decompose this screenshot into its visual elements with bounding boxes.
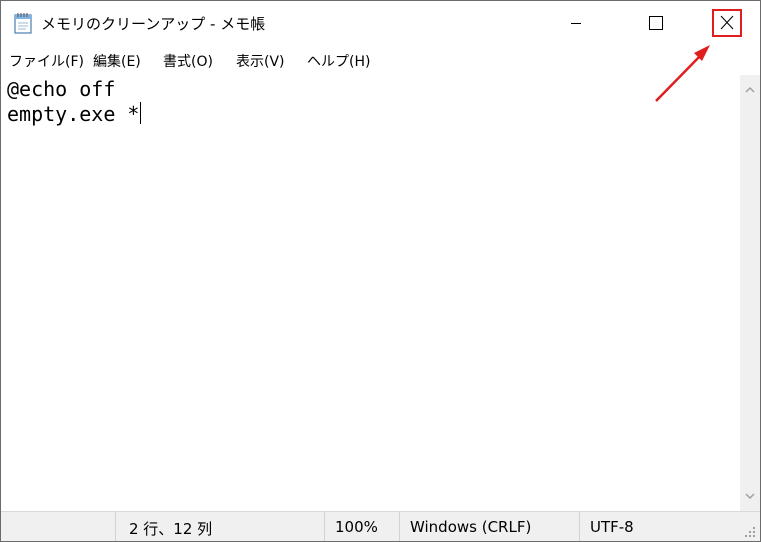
scroll-up-icon <box>745 86 755 93</box>
notepad-icon <box>14 13 32 34</box>
minimize-button[interactable] <box>553 1 599 45</box>
menu-view[interactable]: 表示(V) <box>236 51 285 71</box>
scroll-down-icon <box>745 493 755 500</box>
window-title: メモリのクリーンアップ - メモ帳 <box>41 15 266 33</box>
minimize-icon <box>571 23 581 24</box>
scroll-up-button[interactable] <box>740 75 760 103</box>
status-divider <box>399 512 400 541</box>
status-bar: 2 行、12 列 100% Windows (CRLF) UTF-8 <box>1 511 760 541</box>
status-cursor-position: 2 行、12 列 <box>129 520 213 538</box>
scroll-down-button[interactable] <box>740 483 760 511</box>
annotation-arrow-icon <box>655 45 710 102</box>
editor-line: empty.exe * <box>7 102 140 126</box>
status-encoding: UTF-8 <box>590 518 634 536</box>
menu-format[interactable]: 書式(O) <box>163 51 213 71</box>
status-line-ending: Windows (CRLF) <box>410 518 532 536</box>
status-divider <box>324 512 325 541</box>
text-editor[interactable]: @echo off empty.exe * <box>1 75 740 511</box>
editor-line: @echo off <box>7 77 116 101</box>
status-divider <box>115 512 116 541</box>
vertical-scrollbar[interactable] <box>740 75 760 511</box>
resize-grip-icon[interactable] <box>740 524 758 540</box>
menu-file[interactable]: ファイル(F) <box>9 51 84 71</box>
menu-help[interactable]: ヘルプ(H) <box>307 51 370 71</box>
text-caret <box>140 102 141 124</box>
menu-edit[interactable]: 編集(E) <box>93 51 141 71</box>
status-zoom: 100% <box>335 518 378 536</box>
status-divider <box>579 512 580 541</box>
